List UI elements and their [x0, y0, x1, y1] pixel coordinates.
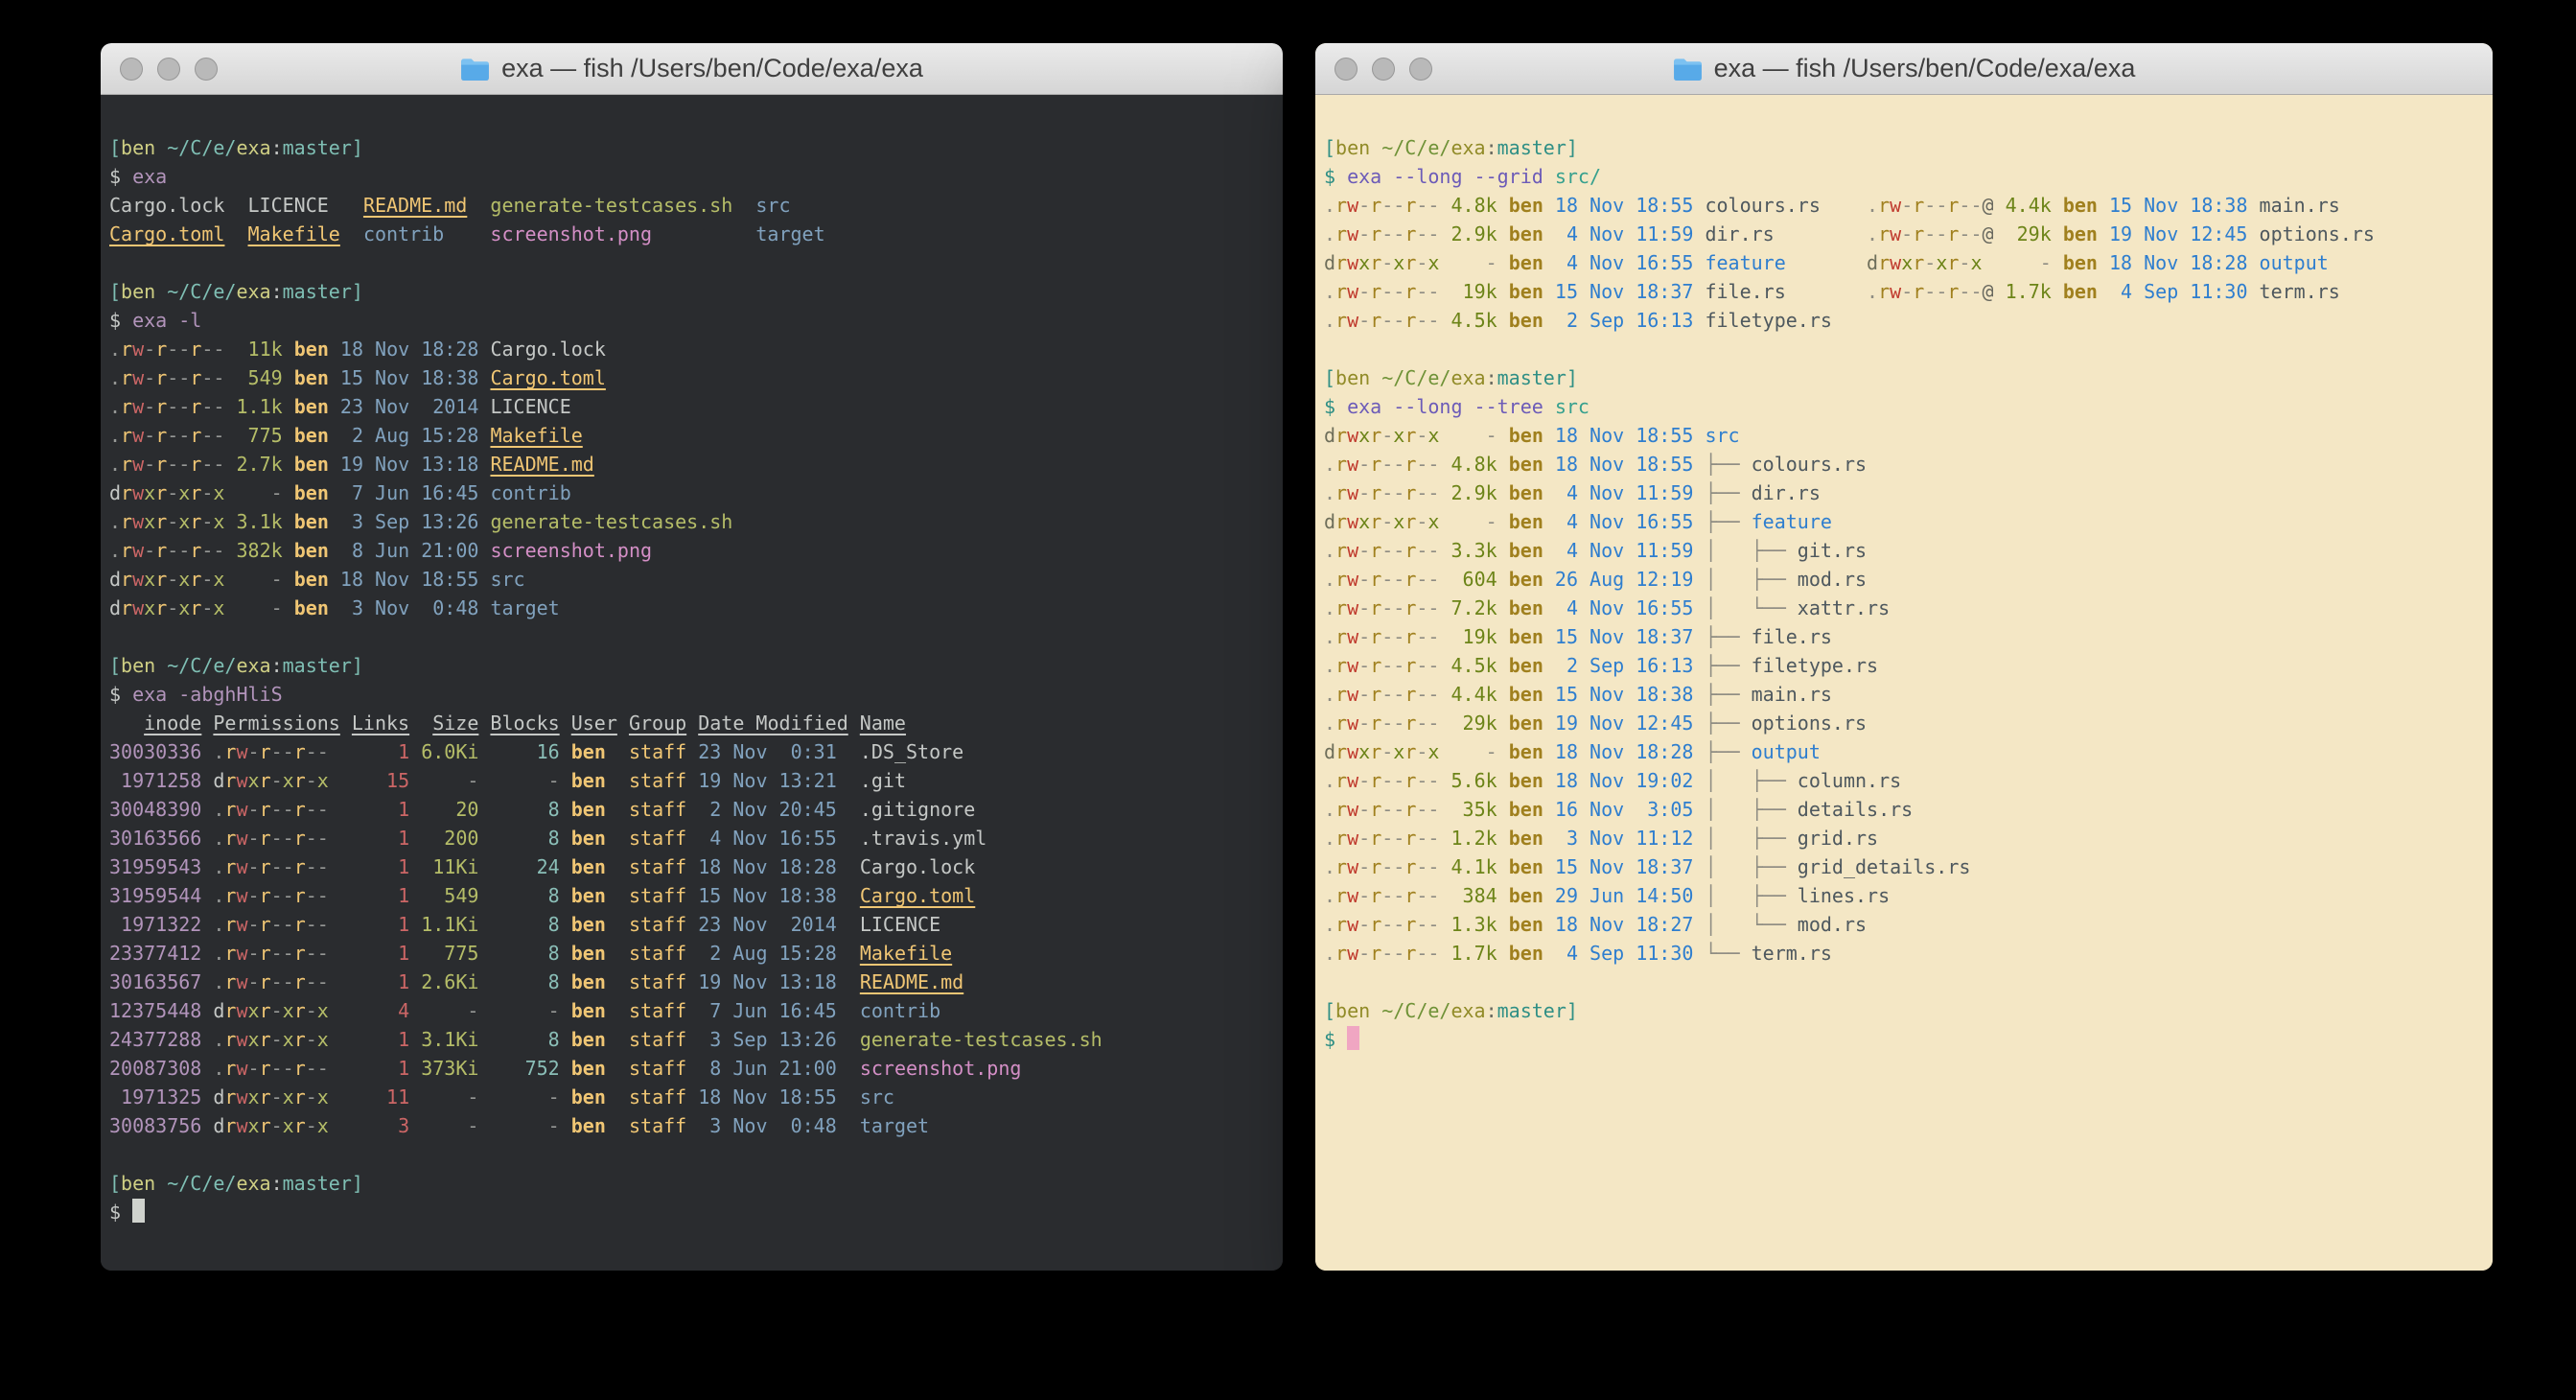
title-wrap: exa — fish /Users/ben/Code/exa/exa [460, 54, 923, 83]
terminal-line: 24377288 .rwxr-xr-x 1 3.1Ki 8 ben staff … [109, 1025, 1275, 1054]
terminal-line: inode Permissions Links Size Blocks User… [109, 709, 1275, 737]
terminal-line: $ [1324, 1025, 2485, 1054]
titlebar[interactable]: exa — fish /Users/ben/Code/exa/exa [1315, 43, 2493, 95]
terminal-line: 30163566 .rw-r--r-- 1 200 8 ben staff 4 … [109, 824, 1275, 852]
title-wrap: exa — fish /Users/ben/Code/exa/exa [1673, 54, 2136, 83]
minimize-button[interactable] [157, 58, 180, 81]
close-button[interactable] [120, 58, 143, 81]
terminal-line: .rw-r--r-- 2.9k ben 4 Nov 11:59 ├── dir.… [1324, 478, 2485, 507]
terminal-line: [ben ~/C/e/exa:master] [1324, 996, 2485, 1025]
terminal-line: 31959544 .rw-r--r-- 1 549 8 ben staff 15… [109, 881, 1275, 910]
terminal-line: 30083756 drwxr-xr-x 3 - - ben staff 3 No… [109, 1111, 1275, 1140]
traffic-lights [1334, 43, 1432, 94]
traffic-lights [120, 43, 218, 94]
text-cursor [1347, 1026, 1359, 1050]
terminal-line: drwxr-xr-x - ben 7 Jun 16:45 contrib [109, 478, 1275, 507]
terminal-line: 12375448 drwxr-xr-x 4 - - ben staff 7 Ju… [109, 996, 1275, 1025]
terminal-line: .rw-r--r-- 7.2k ben 4 Nov 16:55 │ └── xa… [1324, 594, 2485, 622]
terminal-line: .rw-r--r-- 775 ben 2 Aug 15:28 Makefile [109, 421, 1275, 450]
terminal-line: .rw-r--r-- 35k ben 16 Nov 3:05 │ ├── det… [1324, 795, 2485, 824]
terminal-line: .rw-r--r-- 4.8k ben 18 Nov 18:55 colours… [1324, 191, 2485, 220]
terminal-line: drwxr-xr-x - ben 4 Nov 16:55 feature drw… [1324, 248, 2485, 277]
terminal-line: .rw-r--r-- 604 ben 26 Aug 12:19 │ ├── mo… [1324, 565, 2485, 594]
terminal-line [109, 248, 1275, 277]
terminal-line: .rw-r--r-- 382k ben 8 Jun 21:00 screensh… [109, 536, 1275, 565]
terminal-line: .rw-r--r-- 19k ben 15 Nov 18:37 file.rs … [1324, 277, 2485, 306]
terminal-line: drwxr-xr-x - ben 18 Nov 18:28 ├── output [1324, 737, 2485, 766]
terminal-line: .rw-r--r-- 4.5k ben 2 Sep 16:13 filetype… [1324, 306, 2485, 335]
minimize-button[interactable] [1372, 58, 1395, 81]
terminal-line: .rw-r--r-- 1.2k ben 3 Nov 11:12 │ ├── gr… [1324, 824, 2485, 852]
folder-icon [460, 57, 490, 82]
terminal-line: Cargo.toml Makefile contrib screenshot.p… [109, 220, 1275, 248]
terminal-line: .rw-r--r-- 19k ben 15 Nov 18:37 ├── file… [1324, 622, 2485, 651]
terminal-line: [ben ~/C/e/exa:master] [1324, 133, 2485, 162]
terminal-window-right: exa — fish /Users/ben/Code/exa/exa [ben … [1315, 43, 2493, 1271]
desktop: { "palettes": { "dark": { "bg": "#2a2c2f… [0, 0, 2576, 1400]
terminal-line: 20087308 .rw-r--r-- 1 373Ki 752 ben staf… [109, 1054, 1275, 1083]
terminal-line: 31959543 .rw-r--r-- 1 11Ki 24 ben staff … [109, 852, 1275, 881]
terminal-line: .rw-r--r-- 2.9k ben 4 Nov 11:59 dir.rs .… [1324, 220, 2485, 248]
folder-icon [1673, 57, 1703, 82]
terminal-line: 1971258 drwxr-xr-x 15 - - ben staff 19 N… [109, 766, 1275, 795]
window-title: exa — fish /Users/ben/Code/exa/exa [1714, 54, 2136, 83]
terminal-line: .rw-r--r-- 384 ben 29 Jun 14:50 │ ├── li… [1324, 881, 2485, 910]
terminal-line: Cargo.lock LICENCE README.md generate-te… [109, 191, 1275, 220]
terminal-line: .rw-r--r-- 549 ben 15 Nov 18:38 Cargo.to… [109, 363, 1275, 392]
terminal-line: .rw-r--r-- 1.3k ben 18 Nov 18:27 │ └── m… [1324, 910, 2485, 939]
terminal-line: .rw-r--r-- 4.1k ben 15 Nov 18:37 │ ├── g… [1324, 852, 2485, 881]
terminal-line: [ben ~/C/e/exa:master] [109, 651, 1275, 680]
terminal-line: .rw-r--r-- 1.7k ben 4 Sep 11:30 └── term… [1324, 939, 2485, 968]
titlebar[interactable]: exa — fish /Users/ben/Code/exa/exa [101, 43, 1283, 95]
terminal-content[interactable]: [ben ~/C/e/exa:master]$ exaCargo.lock LI… [101, 95, 1283, 1271]
terminal-line: 30030336 .rw-r--r-- 1 6.0Ki 16 ben staff… [109, 737, 1275, 766]
terminal-line: 30048390 .rw-r--r-- 1 20 8 ben staff 2 N… [109, 795, 1275, 824]
terminal-line: drwxr-xr-x - ben 3 Nov 0:48 target [109, 594, 1275, 622]
terminal-window-left: exa — fish /Users/ben/Code/exa/exa [ben … [101, 43, 1283, 1271]
terminal-line: 30163567 .rw-r--r-- 1 2.6Ki 8 ben staff … [109, 968, 1275, 996]
terminal-line: [ben ~/C/e/exa:master] [109, 277, 1275, 306]
terminal-line: .rw-r--r-- 3.3k ben 4 Nov 11:59 │ ├── gi… [1324, 536, 2485, 565]
terminal-line: .rw-r--r-- 5.6k ben 18 Nov 19:02 │ ├── c… [1324, 766, 2485, 795]
terminal-line: .rw-r--r-- 2.7k ben 19 Nov 13:18 README.… [109, 450, 1275, 478]
terminal-line [109, 622, 1275, 651]
zoom-button[interactable] [195, 58, 218, 81]
terminal-line: .rw-r--r-- 4.5k ben 2 Sep 16:13 ├── file… [1324, 651, 2485, 680]
terminal-line: 1971322 .rw-r--r-- 1 1.1Ki 8 ben staff 2… [109, 910, 1275, 939]
terminal-line: .rw-r--r-- 11k ben 18 Nov 18:28 Cargo.lo… [109, 335, 1275, 363]
terminal-line: $ [109, 1198, 1275, 1226]
terminal-line: $ exa --long --grid src/ [1324, 162, 2485, 191]
terminal-line: .rw-r--r-- 4.8k ben 18 Nov 18:55 ├── col… [1324, 450, 2485, 478]
terminal-line: drwxr-xr-x - ben 18 Nov 18:55 src [109, 565, 1275, 594]
terminal-line: $ exa -l [109, 306, 1275, 335]
text-cursor [132, 1199, 145, 1223]
terminal-line: 23377412 .rw-r--r-- 1 775 8 ben staff 2 … [109, 939, 1275, 968]
terminal-line: [ben ~/C/e/exa:master] [1324, 363, 2485, 392]
terminal-line: drwxr-xr-x - ben 4 Nov 16:55 ├── feature [1324, 507, 2485, 536]
close-button[interactable] [1334, 58, 1358, 81]
terminal-line: drwxr-xr-x - ben 18 Nov 18:55 src [1324, 421, 2485, 450]
terminal-content[interactable]: [ben ~/C/e/exa:master]$ exa --long --gri… [1315, 95, 2493, 1271]
zoom-button[interactable] [1409, 58, 1432, 81]
terminal-line: $ exa -abghHliS [109, 680, 1275, 709]
terminal-line: .rw-r--r-- 29k ben 19 Nov 12:45 ├── opti… [1324, 709, 2485, 737]
terminal-line [109, 1140, 1275, 1169]
window-title: exa — fish /Users/ben/Code/exa/exa [501, 54, 923, 83]
terminal-line: $ exa [109, 162, 1275, 191]
terminal-line: .rw-r--r-- 4.4k ben 15 Nov 18:38 ├── mai… [1324, 680, 2485, 709]
terminal-line [1324, 335, 2485, 363]
terminal-line: $ exa --long --tree src [1324, 392, 2485, 421]
terminal-line: .rwxr-xr-x 3.1k ben 3 Sep 13:26 generate… [109, 507, 1275, 536]
terminal-line: [ben ~/C/e/exa:master] [109, 1169, 1275, 1198]
terminal-line: 1971325 drwxr-xr-x 11 - - ben staff 18 N… [109, 1083, 1275, 1111]
terminal-line [1324, 968, 2485, 996]
terminal-line: .rw-r--r-- 1.1k ben 23 Nov 2014 LICENCE [109, 392, 1275, 421]
terminal-line: [ben ~/C/e/exa:master] [109, 133, 1275, 162]
